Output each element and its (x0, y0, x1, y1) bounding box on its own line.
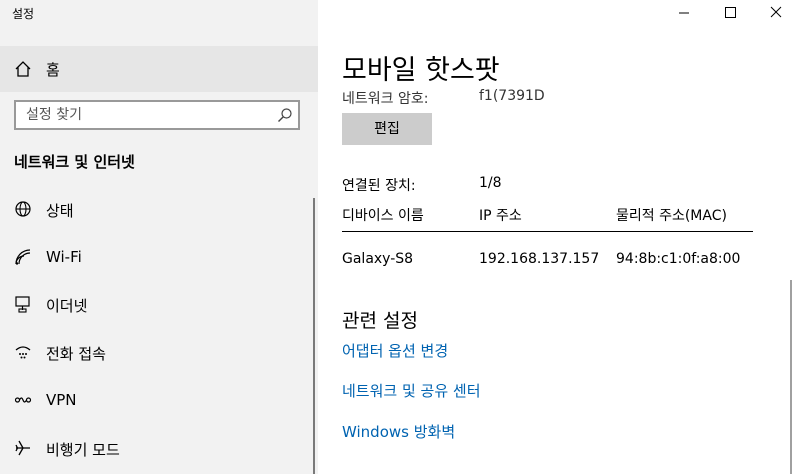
search-box[interactable] (14, 100, 300, 130)
column-header-mac: 물리적 주소(MAC) (616, 208, 727, 224)
vpn-icon (14, 397, 32, 403)
main-content: 모바일 핫스팟 네트워크 암호: f1(7391D 편집 연결된 장치: 1/8… (318, 0, 797, 474)
close-icon (770, 6, 782, 18)
minimize-button[interactable] (661, 0, 707, 26)
sidebar-item-label: 상태 (46, 202, 74, 220)
sidebar-item-label: 전화 접속 (46, 345, 106, 363)
table-cell: 94:8b:c1:0f:a8:00 (616, 251, 741, 267)
home-icon (15, 61, 31, 77)
minimize-icon (679, 12, 689, 14)
connected-devices-label: 연결된 장치: (342, 178, 416, 194)
password-value: f1(7391D (479, 88, 545, 104)
globe-icon (15, 201, 31, 217)
dialup-icon (15, 346, 31, 359)
sidebar: 설정 홈 네트워크 및 인터넷 상태 Wi-Fi (0, 0, 318, 474)
password-label: 네트워크 암호: (342, 91, 429, 107)
link-windows-firewall[interactable]: Windows 방화벽 (342, 421, 455, 442)
sidebar-item-label: 이더넷 (46, 297, 88, 315)
sidebar-item-label: 홈 (46, 61, 60, 79)
related-settings-title: 관련 설정 (342, 310, 418, 332)
table-header-divider (342, 231, 753, 232)
search-icon[interactable] (277, 107, 293, 123)
sidebar-item-dialup[interactable]: 전화 접속 (0, 329, 318, 375)
sidebar-item-vpn[interactable]: VPN (0, 377, 318, 423)
sidebar-item-ethernet[interactable]: 이더넷 (0, 281, 318, 327)
connected-devices-value: 1/8 (479, 175, 502, 191)
app-title: 설정 (12, 7, 35, 21)
table-cell: Galaxy-S8 (342, 251, 414, 267)
sidebar-item-airplane-mode[interactable]: 비행기 모드 (0, 425, 318, 471)
link-network-sharing-center[interactable]: 네트워크 및 공유 센터 (342, 380, 481, 401)
sidebar-scrollbar[interactable] (313, 198, 315, 474)
edit-button[interactable]: 편집 (342, 113, 432, 145)
ethernet-icon (15, 296, 30, 313)
search-input[interactable] (16, 102, 276, 128)
sidebar-item-label: VPN (46, 391, 77, 409)
section-title: 네트워크 및 인터넷 (14, 153, 135, 171)
airplane-icon (15, 440, 30, 456)
column-header-device-name: 디바이스 이름 (342, 208, 424, 224)
maximize-icon (725, 7, 736, 18)
maximize-button[interactable] (707, 0, 753, 26)
page-title: 모바일 핫스팟 (342, 55, 500, 86)
link-adapter-options[interactable]: 어댑터 옵션 변경 (342, 340, 448, 361)
sidebar-item-label: Wi-Fi (46, 248, 82, 266)
sidebar-item-home[interactable]: 홈 (0, 46, 318, 92)
sidebar-item-status[interactable]: 상태 (0, 186, 318, 232)
sidebar-item-label: 비행기 모드 (46, 441, 120, 459)
wifi-icon (15, 249, 31, 265)
main-scrollbar[interactable] (790, 280, 792, 474)
table-cell: 192.168.137.157 (479, 251, 600, 267)
sidebar-item-wifi[interactable]: Wi-Fi (0, 234, 318, 280)
close-button[interactable] (753, 0, 797, 26)
column-header-ip: IP 주소 (479, 208, 522, 224)
